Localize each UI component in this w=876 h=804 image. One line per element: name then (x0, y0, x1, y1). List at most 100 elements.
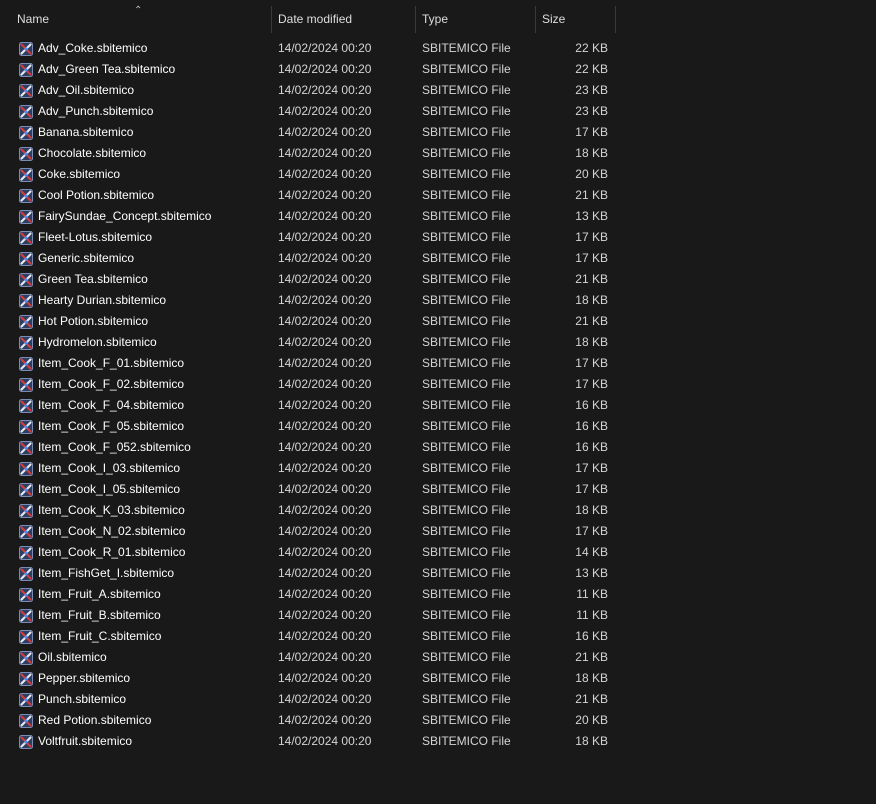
file-date-modified: 14/02/2024 00:20 (278, 692, 372, 706)
file-row[interactable]: Adv_Green Tea.sbitemico 14/02/2024 00:20… (0, 59, 876, 80)
file-name: Adv_Punch.sbitemico (38, 104, 154, 118)
file-row[interactable]: Item_Cook_R_01.sbitemico 14/02/2024 00:2… (0, 542, 876, 563)
file-date-modified: 14/02/2024 00:20 (278, 62, 372, 76)
file-name-cell: Item_Cook_F_052.sbitemico (0, 437, 272, 458)
file-row[interactable]: Item_Fruit_B.sbitemico 14/02/2024 00:20 … (0, 605, 876, 626)
file-name: Generic.sbitemico (38, 251, 135, 265)
file-row[interactable]: Adv_Coke.sbitemico 14/02/2024 00:20 SBIT… (0, 38, 876, 59)
file-row[interactable]: Item_Cook_F_01.sbitemico 14/02/2024 00:2… (0, 353, 876, 374)
column-header-name[interactable]: ⌃ Name (0, 5, 272, 33)
file-date-modified: 14/02/2024 00:20 (278, 503, 372, 517)
sbitemico-file-icon (19, 545, 33, 560)
file-date-modified: 14/02/2024 00:20 (278, 335, 372, 349)
column-header-date[interactable]: Date modified (272, 6, 416, 33)
file-size: 17 KB (575, 377, 608, 391)
file-name: Item_FishGet_I.sbitemico (38, 566, 175, 580)
file-date-modified: 14/02/2024 00:20 (278, 608, 372, 622)
file-name-cell: Item_Cook_N_02.sbitemico (0, 521, 272, 542)
file-size: 13 KB (575, 209, 608, 223)
file-row[interactable]: Item_Cook_F_052.sbitemico 14/02/2024 00:… (0, 437, 876, 458)
file-row[interactable]: Item_Fruit_A.sbitemico 14/02/2024 00:20 … (0, 584, 876, 605)
file-row[interactable]: Hydromelon.sbitemico 14/02/2024 00:20 SB… (0, 332, 876, 353)
file-date-modified: 14/02/2024 00:20 (278, 524, 372, 538)
file-row[interactable]: Green Tea.sbitemico 14/02/2024 00:20 SBI… (0, 269, 876, 290)
file-date-modified: 14/02/2024 00:20 (278, 545, 372, 559)
file-row[interactable]: Oil.sbitemico 14/02/2024 00:20 SBITEMICO… (0, 647, 876, 668)
file-row[interactable]: Pepper.sbitemico 14/02/2024 00:20 SBITEM… (0, 668, 876, 689)
file-name: Hot Potion.sbitemico (38, 314, 149, 328)
file-row[interactable]: Punch.sbitemico 14/02/2024 00:20 SBITEMI… (0, 689, 876, 710)
file-name-cell: Voltfruit.sbitemico (0, 731, 272, 752)
file-size: 23 KB (575, 104, 608, 118)
file-size: 18 KB (575, 293, 608, 307)
file-row[interactable]: Adv_Oil.sbitemico 14/02/2024 00:20 SBITE… (0, 80, 876, 101)
sbitemico-file-icon (19, 398, 33, 413)
file-size: 17 KB (575, 356, 608, 370)
column-header-size[interactable]: Size (536, 6, 616, 33)
file-name-cell: Green Tea.sbitemico (0, 269, 272, 290)
sbitemico-file-icon (19, 587, 33, 602)
file-name-cell: Chocolate.sbitemico (0, 143, 272, 164)
file-row[interactable]: Cool Potion.sbitemico 14/02/2024 00:20 S… (0, 185, 876, 206)
file-row[interactable]: Item_Cook_N_02.sbitemico 14/02/2024 00:2… (0, 521, 876, 542)
file-row[interactable]: Item_Cook_F_02.sbitemico 14/02/2024 00:2… (0, 374, 876, 395)
column-header-size-label: Size (542, 12, 566, 26)
file-row[interactable]: Hearty Durian.sbitemico 14/02/2024 00:20… (0, 290, 876, 311)
column-header-date-label: Date modified (278, 12, 353, 26)
file-row[interactable]: Fleet-Lotus.sbitemico 14/02/2024 00:20 S… (0, 227, 876, 248)
file-name-cell: Adv_Green Tea.sbitemico (0, 59, 272, 80)
file-row[interactable]: Coke.sbitemico 14/02/2024 00:20 SBITEMIC… (0, 164, 876, 185)
file-date-modified: 14/02/2024 00:20 (278, 209, 372, 223)
file-row[interactable]: Hot Potion.sbitemico 14/02/2024 00:20 SB… (0, 311, 876, 332)
file-name: Fleet-Lotus.sbitemico (38, 230, 153, 244)
file-name: Oil.sbitemico (38, 650, 107, 664)
file-type: SBITEMICO File (422, 167, 511, 181)
file-row[interactable]: Item_Cook_I_03.sbitemico 14/02/2024 00:2… (0, 458, 876, 479)
file-size: 13 KB (575, 566, 608, 580)
file-row[interactable]: Item_Fruit_C.sbitemico 14/02/2024 00:20 … (0, 626, 876, 647)
file-date-modified: 14/02/2024 00:20 (278, 377, 372, 391)
file-row[interactable]: Generic.sbitemico 14/02/2024 00:20 SBITE… (0, 248, 876, 269)
file-row[interactable]: Voltfruit.sbitemico 14/02/2024 00:20 SBI… (0, 731, 876, 752)
file-name: Item_Fruit_C.sbitemico (38, 629, 162, 643)
file-row[interactable]: Item_Cook_F_05.sbitemico 14/02/2024 00:2… (0, 416, 876, 437)
sbitemico-file-icon (19, 671, 33, 686)
file-name-cell: Item_FishGet_I.sbitemico (0, 563, 272, 584)
file-type: SBITEMICO File (422, 41, 511, 55)
file-size: 16 KB (575, 398, 608, 412)
file-type: SBITEMICO File (422, 419, 511, 433)
file-date-modified: 14/02/2024 00:20 (278, 734, 372, 748)
file-name-cell: Red Potion.sbitemico (0, 710, 272, 731)
file-row[interactable]: Adv_Punch.sbitemico 14/02/2024 00:20 SBI… (0, 101, 876, 122)
file-date-modified: 14/02/2024 00:20 (278, 419, 372, 433)
file-date-modified: 14/02/2024 00:20 (278, 482, 372, 496)
file-name-cell: Item_Cook_R_01.sbitemico (0, 542, 272, 563)
file-date-modified: 14/02/2024 00:20 (278, 230, 372, 244)
file-date-modified: 14/02/2024 00:20 (278, 356, 372, 370)
column-header-type-label: Type (422, 12, 449, 26)
file-date-modified: 14/02/2024 00:20 (278, 461, 372, 475)
file-type: SBITEMICO File (422, 482, 511, 496)
file-name-cell: Hot Potion.sbitemico (0, 311, 272, 332)
file-size: 16 KB (575, 440, 608, 454)
file-row[interactable]: Red Potion.sbitemico 14/02/2024 00:20 SB… (0, 710, 876, 731)
sbitemico-file-icon (19, 608, 33, 623)
file-row[interactable]: Item_Cook_F_04.sbitemico 14/02/2024 00:2… (0, 395, 876, 416)
column-header-bar: ⌃ Name Date modified Type Size (0, 5, 876, 33)
file-size: 18 KB (575, 503, 608, 517)
file-size: 18 KB (575, 335, 608, 349)
file-type: SBITEMICO File (422, 629, 511, 643)
file-name-cell: Fleet-Lotus.sbitemico (0, 227, 272, 248)
file-row[interactable]: Item_Cook_K_03.sbitemico 14/02/2024 00:2… (0, 500, 876, 521)
file-date-modified: 14/02/2024 00:20 (278, 650, 372, 664)
file-type: SBITEMICO File (422, 377, 511, 391)
file-row[interactable]: FairySundae_Concept.sbitemico 14/02/2024… (0, 206, 876, 227)
column-header-type[interactable]: Type (416, 6, 536, 33)
file-row[interactable]: Chocolate.sbitemico 14/02/2024 00:20 SBI… (0, 143, 876, 164)
file-type: SBITEMICO File (422, 440, 511, 454)
file-name: Pepper.sbitemico (38, 671, 131, 685)
file-row[interactable]: Item_FishGet_I.sbitemico 14/02/2024 00:2… (0, 563, 876, 584)
file-row[interactable]: Item_Cook_I_05.sbitemico 14/02/2024 00:2… (0, 479, 876, 500)
file-row[interactable]: Banana.sbitemico 14/02/2024 00:20 SBITEM… (0, 122, 876, 143)
column-divider[interactable] (615, 6, 616, 33)
